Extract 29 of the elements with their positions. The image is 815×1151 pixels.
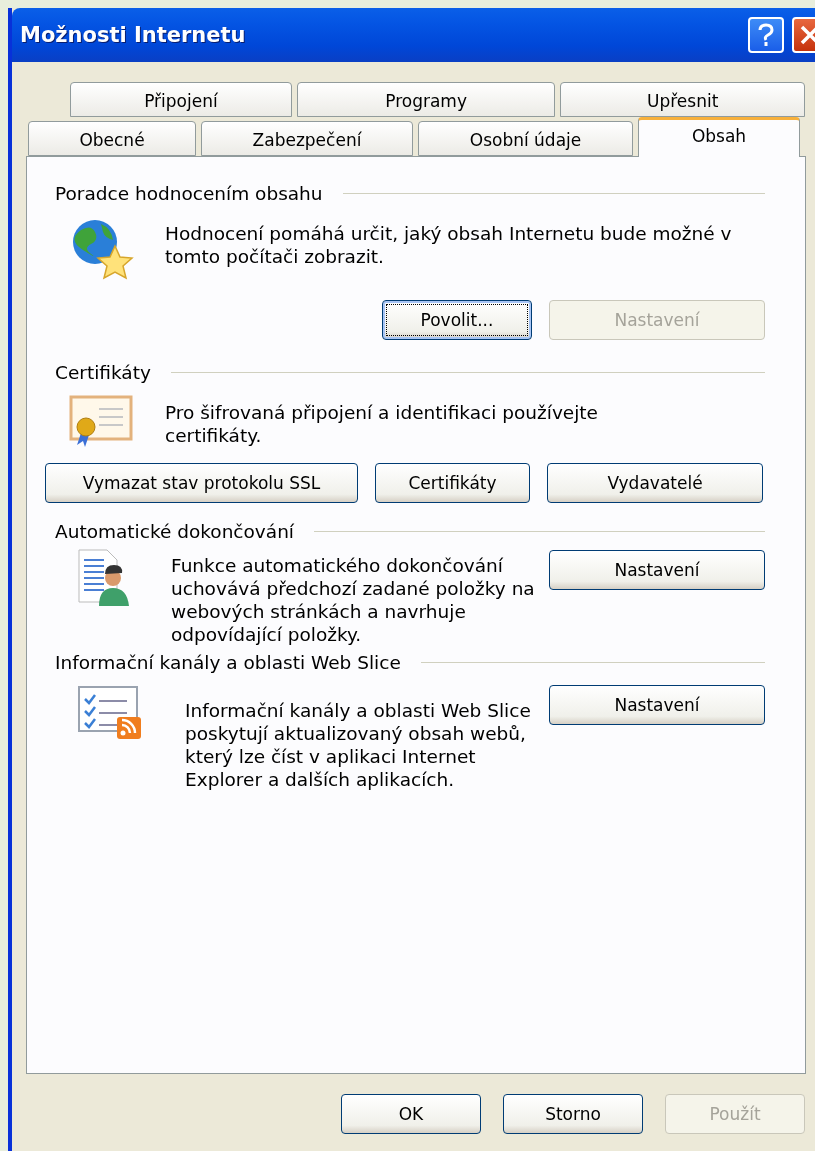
section-heading: Informační kanály a oblasti Web Slice <box>55 652 401 673</box>
section-heading: Automatické dokončování <box>55 521 294 542</box>
tab[interactable]: Obsah <box>638 117 800 157</box>
tab[interactable]: Obecné <box>28 121 196 156</box>
button[interactable]: Storno <box>503 1094 643 1134</box>
section-description: Hodnocení pomáhá určit, jaký obsah Internetu bude možné v tomto počítači zobrazit. <box>165 222 733 268</box>
help-button[interactable] <box>748 17 784 53</box>
help-icon <box>758 23 774 47</box>
section-heading: Certifikáty <box>55 362 151 383</box>
button[interactable]: Nastavení <box>549 550 765 590</box>
button[interactable]: Vydavatelé <box>547 463 763 503</box>
checklist-with-feed-icon <box>77 685 143 741</box>
button[interactable]: Nastavení <box>549 685 765 725</box>
button[interactable]: OK <box>341 1094 481 1134</box>
tab[interactable]: Upřesnit <box>560 82 805 117</box>
tab[interactable]: Osobní údaje <box>418 121 633 156</box>
section-description: Pro šifrovaná připojení a identifikaci používejte certifikáty. <box>165 401 599 447</box>
tab[interactable]: Připojení <box>70 82 292 117</box>
tab[interactable]: Programy <box>296 82 556 117</box>
section-heading: Poradce hodnocením obsahu <box>55 183 323 204</box>
button[interactable]: Vymazat stav protokolu SSL <box>45 463 358 503</box>
tab[interactable]: Zabezpečení <box>201 121 413 156</box>
section-description: Funkce automatického dokončování uchovává předchozí zadané položky na webových stránkách a navrhuje odpovídající položky. <box>171 554 536 646</box>
close-icon <box>800 25 815 45</box>
section-description: Informační kanály a oblasti Web Slice poskytují aktualizovaný obsah webů, který lze číst v aplikaci Internet Explorer a dalších aplikacích. <box>185 699 532 791</box>
button[interactable]: Certifikáty <box>375 463 530 503</box>
window-title: Možnosti Internetu <box>20 23 247 47</box>
button[interactable]: Povolit... <box>382 300 532 340</box>
certificate-icon <box>69 395 133 447</box>
